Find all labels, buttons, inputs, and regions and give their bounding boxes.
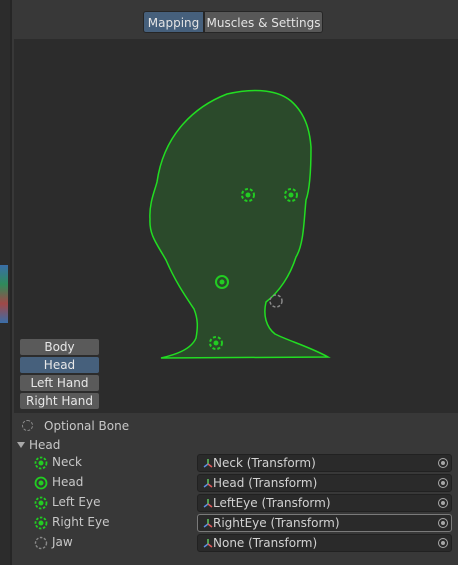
field-value: None (Transform) [213,536,318,550]
field-value: Neck (Transform) [213,456,316,470]
tab-mapping[interactable]: Mapping [143,11,204,33]
optional-bone-mapped-icon [34,456,48,470]
bone-label: Jaw [52,535,73,549]
required-bone-mapped-icon [34,476,48,490]
object-picker-icon[interactable] [438,538,448,548]
optional-bone-mapped-icon [34,496,48,510]
bone-row-left-eye: Left Eye LeftEye (Transform) [14,493,458,513]
left-panel-edge [0,0,10,565]
bone-row-head: Head Head (Transform) [14,473,458,493]
object-picker-icon[interactable] [438,518,448,528]
panel-thumbnail [0,265,8,323]
neck-transform-field[interactable]: Neck (Transform) [197,454,452,472]
foldout-triangle-icon[interactable] [17,442,25,448]
head-transform-field[interactable]: Head (Transform) [197,474,452,492]
tab-muscles-settings[interactable]: Muscles & Settings [204,11,323,33]
bone-label: Neck [52,455,82,469]
optional-bone-icon [22,420,33,431]
bone-row-neck: Neck Neck (Transform) [14,453,458,473]
bone-label: Head [52,475,84,489]
body-part-right-hand-button[interactable]: Right Hand [20,393,99,409]
field-value: Head (Transform) [213,476,318,490]
head-outline [149,89,331,359]
object-picker-icon[interactable] [438,478,448,488]
optional-bone-mapped-icon [34,516,48,530]
toolbar: Mapping Muscles & Settings [12,0,458,37]
optional-bone-label: Optional Bone [44,419,130,433]
field-value: LeftEye (Transform) [213,496,331,510]
object-picker-icon[interactable] [438,498,448,508]
bone-marker-jaw[interactable] [269,294,283,308]
group-label: Head [29,438,61,452]
bone-row-jaw: Jaw None (Transform) [14,533,458,553]
right-eye-transform-field[interactable]: RightEye (Transform) [197,514,452,532]
bone-row-right-eye: Right Eye RightEye (Transform) [14,513,458,533]
bone-label: Right Eye [52,515,110,529]
body-part-head-button[interactable]: Head [20,357,99,373]
body-part-body-button[interactable]: Body [20,339,99,355]
left-eye-transform-field[interactable]: LeftEye (Transform) [197,494,452,512]
bone-mapping-list: Optional Bone Head Neck Neck (Transform)… [14,413,458,565]
bone-label: Left Eye [52,495,101,509]
avatar-view: Body Head Left Hand Right Hand [14,39,458,413]
jaw-transform-field[interactable]: None (Transform) [197,534,452,552]
optional-bone-empty-icon [34,536,48,550]
field-value: RightEye (Transform) [213,516,340,530]
body-part-left-hand-button[interactable]: Left Hand [20,375,99,391]
splitter[interactable] [10,0,12,565]
object-picker-icon[interactable] [438,458,448,468]
body-part-selector: Body Head Left Hand Right Hand [20,339,99,411]
